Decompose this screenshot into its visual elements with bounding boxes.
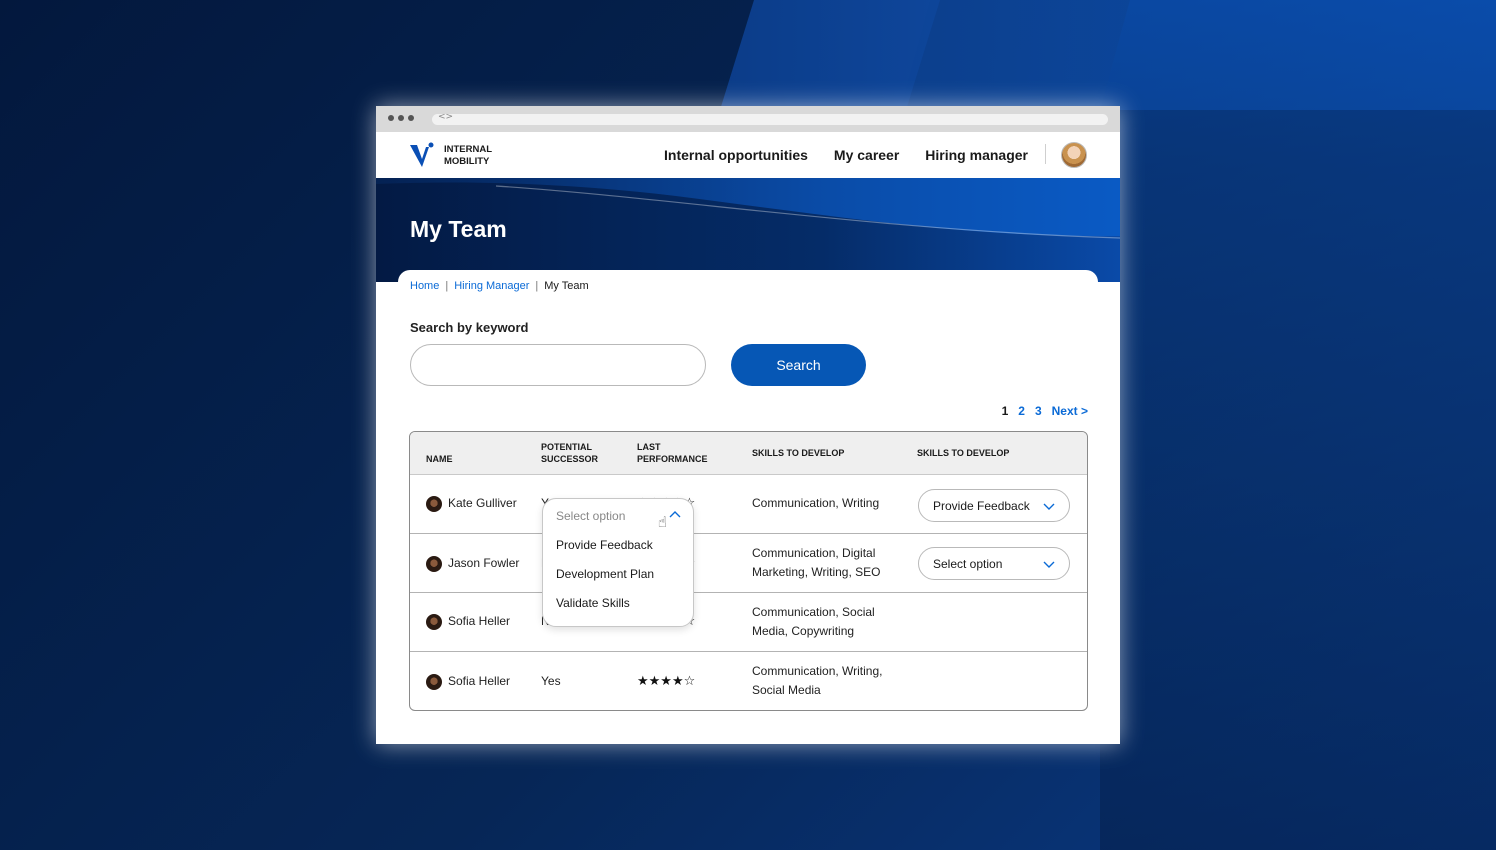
header-line: POTENTIAL [541, 442, 592, 452]
window-dot[interactable] [388, 115, 394, 121]
table-header: NAME POTENTIAL SUCCESSOR LAST PERFORMANC… [410, 432, 1087, 475]
skills-cell: Communication, Writing [752, 496, 880, 510]
dropdown-option-development-plan[interactable]: Development Plan [556, 567, 654, 581]
rating-stars: ★★★★☆ [637, 674, 696, 689]
page-current: 1 [1001, 404, 1009, 418]
table-row: Kate Gulliver Yes ★★★★☆ Communication, W… [410, 475, 1087, 534]
action-select[interactable]: Provide Feedback [918, 489, 1070, 522]
page-link[interactable]: 3 [1035, 404, 1042, 418]
skills-line: Social Media [752, 683, 821, 697]
skills-cell: Communication, Writing, Social Media [752, 662, 883, 700]
avatar [426, 555, 442, 572]
breadcrumb-home[interactable]: Home [410, 280, 439, 292]
avatar [426, 495, 442, 512]
window-dot[interactable] [398, 115, 404, 121]
hero-banner: My Team [376, 178, 1120, 282]
nav-hiring-manager[interactable]: Hiring manager [925, 147, 1028, 163]
employee-name[interactable]: Sofia Heller [448, 672, 510, 691]
header-line: LAST [637, 442, 661, 452]
breadcrumb-current: My Team [544, 280, 589, 292]
name-cell: Jason Fowler [426, 554, 519, 573]
hand-cursor-icon: ☝ [657, 513, 667, 531]
nav-my-career[interactable]: My career [834, 147, 899, 163]
employee-name[interactable]: Kate Gulliver [448, 494, 517, 513]
select-value: Provide Feedback [933, 498, 1030, 513]
column-header-performance: LAST PERFORMANCE [637, 441, 708, 465]
top-navigation: INTERNAL MOBILITY Internal opportunities… [376, 132, 1120, 178]
search-input[interactable] [410, 344, 706, 386]
page-link[interactable]: 2 [1018, 404, 1025, 418]
window-dot[interactable] [408, 115, 414, 121]
page-title: My Team [410, 216, 507, 242]
browser-chrome: <> [376, 106, 1120, 132]
breadcrumb-hiring-manager[interactable]: Hiring Manager [454, 280, 529, 292]
search-button[interactable]: Search [731, 344, 866, 386]
window-controls [388, 115, 414, 121]
next-page-link[interactable]: Next > [1052, 404, 1088, 418]
column-header-potential: POTENTIAL SUCCESSOR [541, 441, 598, 465]
action-dropdown-open[interactable]: Select option ☝ Provide Feedback Develop… [542, 498, 694, 627]
browser-window: <> INTERNAL MOBILITY Internal opportunit… [376, 106, 1120, 744]
successor-cell: Yes [541, 674, 561, 688]
skills-line: Marketing, Writing, SEO [752, 565, 881, 579]
skills-cell: Communication, Social Media, Copywriting [752, 603, 875, 641]
address-bar[interactable] [432, 114, 1108, 125]
employee-name[interactable]: Jason Fowler [448, 554, 519, 573]
nav-internal-opportunities[interactable]: Internal opportunities [664, 147, 808, 163]
skills-cell: Communication, Digital Marketing, Writin… [752, 544, 880, 582]
nav-links: Internal opportunities My career Hiring … [664, 147, 1028, 163]
name-cell: Sofia Heller [426, 672, 510, 691]
skills-line: Communication, Digital [752, 546, 876, 560]
dropdown-option-validate-skills[interactable]: Validate Skills [556, 596, 630, 610]
user-avatar[interactable] [1061, 142, 1087, 168]
avatar [426, 673, 442, 690]
column-header-skills: SKILLS TO DEVELOP [752, 448, 845, 458]
brand-name: INTERNAL MOBILITY [444, 144, 492, 168]
table-row: Sofia Heller No ★★★★☆ Communication, Soc… [410, 593, 1087, 652]
table-row: Sofia Heller Yes ★★★★☆ Communication, Wr… [410, 652, 1087, 710]
brand-line: MOBILITY [444, 156, 490, 167]
select-value: Select option [933, 556, 1003, 571]
code-icon: <> [438, 112, 454, 122]
employee-name[interactable]: Sofia Heller [448, 612, 510, 631]
column-header-name: NAME [426, 454, 453, 464]
chevron-up-icon[interactable] [669, 509, 681, 521]
name-cell: Kate Gulliver [426, 494, 517, 513]
chevron-down-icon [1043, 561, 1055, 568]
search-label: Search by keyword [410, 320, 529, 335]
team-table: NAME POTENTIAL SUCCESSOR LAST PERFORMANC… [409, 431, 1088, 711]
column-header-skills-action: SKILLS TO DEVELOP [917, 448, 1010, 458]
nav-divider [1045, 144, 1046, 164]
name-cell: Sofia Heller [426, 612, 510, 631]
header-line: PERFORMANCE [637, 454, 708, 464]
v-logo-icon[interactable] [408, 141, 436, 169]
breadcrumb-separator: | [535, 280, 539, 292]
skills-line: Media, Copywriting [752, 624, 855, 638]
avatar [426, 613, 442, 630]
dropdown-option-provide-feedback[interactable]: Provide Feedback [556, 538, 653, 552]
breadcrumb-separator: | [445, 280, 449, 292]
main-content: Home | Hiring Manager | My Team Search b… [398, 270, 1098, 744]
breadcrumb: Home | Hiring Manager | My Team [410, 280, 589, 292]
skills-line: Communication, Social [752, 605, 875, 619]
chevron-down-icon [1043, 503, 1055, 510]
brand-line: INTERNAL [444, 144, 493, 155]
dropdown-placeholder: Select option [556, 509, 626, 523]
pagination: 1 2 3 Next > [1002, 404, 1088, 418]
table-row: Jason Fowler No ★★★☆☆ Communication, Dig… [410, 534, 1087, 593]
skills-line: Communication, Writing, [752, 664, 883, 678]
header-line: SUCCESSOR [541, 454, 599, 464]
action-select[interactable]: Select option [918, 547, 1070, 580]
background-stripe [1100, 0, 1496, 850]
